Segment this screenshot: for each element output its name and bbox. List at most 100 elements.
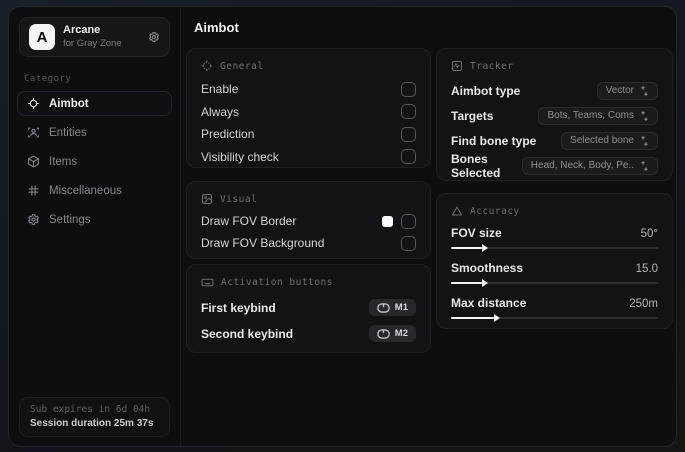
prediction-checkbox[interactable] (401, 126, 416, 142)
sidebar-item-settings[interactable]: Settings (17, 207, 172, 232)
person-scan-icon (26, 126, 40, 139)
crosshair-icon (201, 60, 213, 72)
sidebar-item-items[interactable]: Items (17, 149, 172, 174)
setting-row-find-bone-type: Find bone type Selected bone (451, 131, 658, 150)
activity-icon (451, 60, 463, 72)
app-logo: A (29, 24, 55, 50)
image-icon (201, 193, 213, 205)
session-duration-text: Session duration 25m 37s (30, 418, 154, 429)
setting-row-fov-size: FOV size 50° (451, 226, 658, 252)
panel-accuracy: Accuracy FOV size 50° Smoothness 15.0 Ma… (436, 193, 673, 329)
logo-card: A Arcane for Gray Zone (19, 17, 170, 57)
panel-title: General (220, 60, 264, 72)
setting-label: First keybind (201, 300, 276, 315)
dropdown-value: Vector (605, 85, 634, 96)
setting-label: Always (201, 104, 240, 119)
panel-activation-buttons: Activation buttons First keybind M1 Seco… (186, 264, 431, 353)
app-window: A Arcane for Gray Zone Category Aimbot E… (8, 6, 677, 447)
smoothness-slider[interactable] (451, 279, 658, 287)
setting-label: Draw FOV Border (201, 214, 297, 228)
category-label: Category (24, 74, 72, 84)
panel-tracker: Tracker Aimbot type Vector Targets Bots, (436, 48, 673, 181)
bones-selected-dropdown[interactable]: Head, Neck, Body, Pe.. (521, 156, 658, 175)
setting-label: Prediction (201, 127, 255, 141)
enable-checkbox[interactable] (401, 81, 416, 97)
app-subtitle: for Gray Zone (63, 37, 122, 49)
app-title: Arcane (63, 24, 101, 37)
gear-icon (26, 213, 40, 226)
setting-row-max-distance: Max distance 250m (451, 296, 658, 322)
sidebar-item-entities[interactable]: Entities (17, 120, 172, 145)
max-distance-slider[interactable] (451, 314, 658, 322)
sub-expires-text: Sub expires in 6d 04h (30, 404, 151, 415)
always-checkbox[interactable] (401, 104, 416, 119)
sidebar-item-miscellaneous[interactable]: Miscellaneous (17, 178, 172, 203)
unfold-arrows-icon (640, 110, 649, 121)
unfold-arrows-icon (640, 135, 649, 146)
cube-icon (26, 155, 40, 168)
setting-label: Draw FOV Background (201, 236, 325, 250)
setting-row-enable: Enable (201, 81, 416, 97)
setting-row-first-keybind: First keybind M1 (201, 298, 416, 317)
sidebar-item-label: Miscellaneous (49, 184, 122, 197)
sidebar-item-label: Aimbot (49, 97, 89, 110)
slider-thumb[interactable] (451, 314, 502, 322)
setting-row-targets: Targets Bots, Teams, Coms (451, 106, 658, 125)
fov-size-slider[interactable] (451, 244, 658, 252)
draw-fov-border-checkbox[interactable] (401, 213, 416, 229)
gear-icon[interactable] (148, 31, 160, 43)
setting-row-visibility-check: Visibility check (201, 149, 416, 165)
keybind-value: M1 (394, 302, 408, 313)
aimbot-type-dropdown[interactable]: Vector (596, 81, 658, 100)
panel-general: General Enable Always Prediction Visibil… (186, 48, 431, 168)
mouse-icon (376, 302, 390, 313)
panel-title: Tracker (470, 60, 514, 72)
keybind-value: M2 (394, 328, 408, 339)
sliders-icon (26, 184, 40, 197)
panel-visual: Visual Draw FOV Border Draw FOV Backgrou… (186, 181, 431, 259)
setting-row-smoothness: Smoothness 15.0 (451, 261, 658, 287)
setting-label: Second keybind (201, 326, 294, 341)
setting-label: Targets (451, 108, 494, 123)
main-content: Aimbot General Enable Always Prediction … (181, 7, 676, 446)
dropdown-value: Bots, Teams, Coms (547, 110, 634, 121)
draw-fov-background-checkbox[interactable] (401, 235, 416, 251)
sidebar-item-label: Items (49, 155, 78, 168)
setting-label: Aimbot type (451, 83, 521, 98)
unfold-arrows-icon (640, 85, 649, 96)
setting-label: Smoothness (451, 261, 524, 275)
find-bone-type-dropdown[interactable]: Selected bone (561, 131, 658, 150)
targets-dropdown[interactable]: Bots, Teams, Coms (538, 106, 658, 125)
sidebar-item-label: Entities (49, 126, 87, 139)
fov-border-color-swatch[interactable] (382, 215, 393, 227)
setting-row-second-keybind: Second keybind M2 (201, 324, 416, 343)
mouse-icon (376, 328, 390, 339)
setting-row-aimbot-type: Aimbot type Vector (451, 81, 658, 100)
slider-thumb[interactable] (451, 244, 489, 252)
sidebar: A Arcane for Gray Zone Category Aimbot E… (9, 7, 181, 446)
dropdown-value: Selected bone (570, 135, 634, 146)
sidebar-item-label: Settings (49, 213, 91, 226)
triangle-icon (451, 205, 463, 217)
panel-title: Visual (220, 193, 258, 205)
subscription-info: Sub expires in 6d 04h Session duration 2… (19, 397, 170, 437)
setting-label: Find bone type (451, 133, 537, 148)
crosshair-icon (26, 97, 40, 110)
panel-title: Accuracy (470, 205, 520, 217)
slider-thumb[interactable] (451, 279, 489, 287)
page-title: Aimbot (194, 20, 239, 35)
setting-label: Visibility check (201, 149, 279, 164)
setting-label: FOV size (451, 226, 502, 240)
setting-label: Max distance (451, 296, 527, 310)
visibility-check-checkbox[interactable] (401, 149, 416, 164)
keyboard-icon (201, 276, 214, 289)
setting-label: Enable (201, 82, 239, 96)
sidebar-item-aimbot[interactable]: Aimbot (17, 91, 172, 116)
setting-row-bones-selected: Bones Selected Head, Neck, Body, Pe.. (451, 152, 658, 180)
panel-title: Activation buttons (221, 277, 333, 288)
setting-row-prediction: Prediction (201, 126, 416, 142)
dropdown-value: Head, Neck, Body, Pe.. (530, 160, 634, 171)
second-keybind-button[interactable]: M2 (368, 325, 416, 342)
first-keybind-button[interactable]: M1 (368, 299, 416, 316)
setting-row-draw-fov-border: Draw FOV Border (201, 213, 416, 229)
